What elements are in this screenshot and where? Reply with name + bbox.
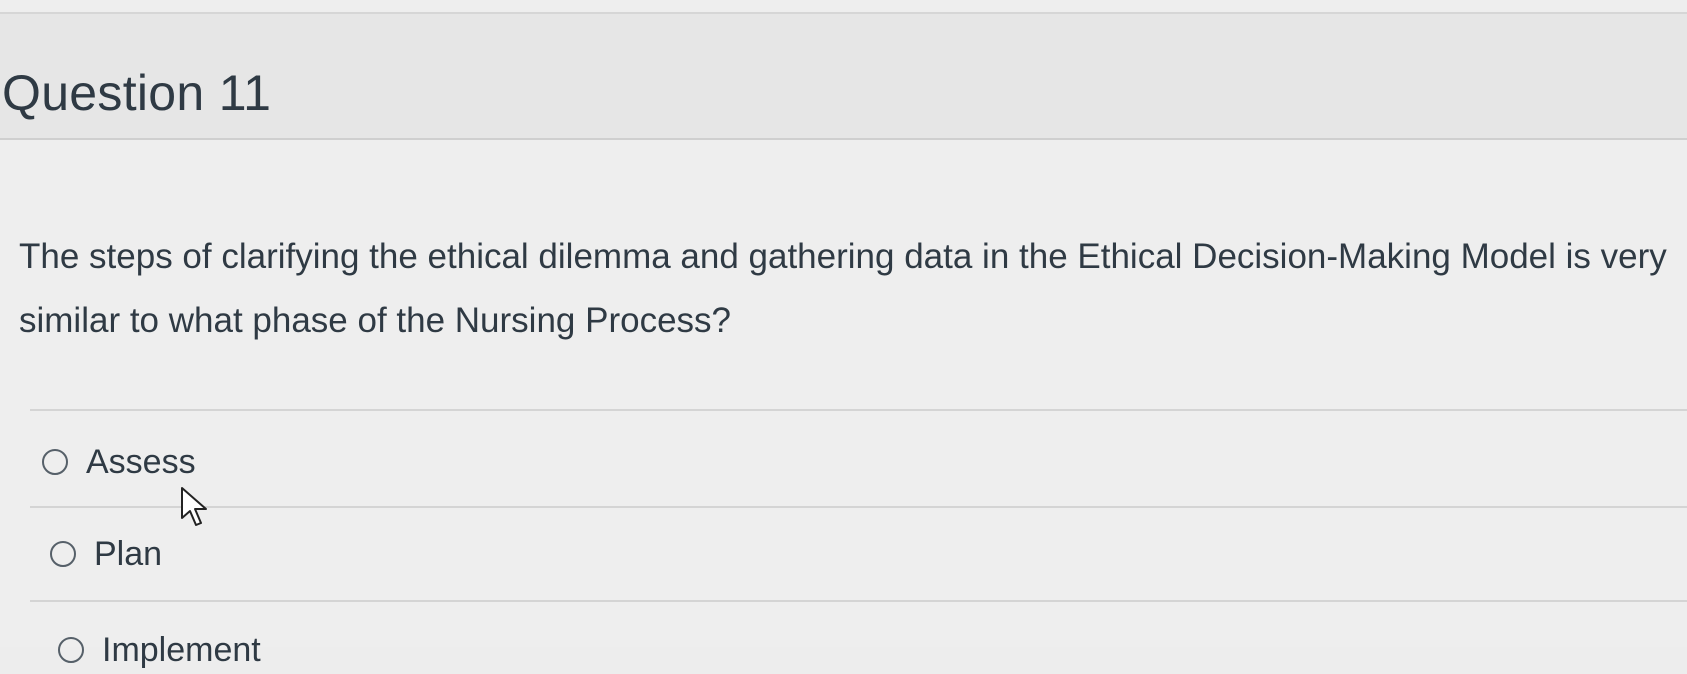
radio-button-icon[interactable] (50, 541, 76, 567)
radio-button-icon[interactable] (42, 449, 68, 475)
answer-option-plan[interactable]: Plan (50, 530, 162, 578)
answer-option-implement[interactable]: Implement (58, 626, 261, 674)
answer-label: Implement (102, 630, 261, 669)
answer-label: Assess (86, 442, 196, 481)
answer-label: Plan (94, 534, 163, 573)
answer-divider (30, 600, 1687, 602)
answer-divider (30, 409, 1687, 411)
quiz-question: Question 11 The steps of clarifying the … (0, 0, 1687, 669)
question-text: The steps of clarifying the ethical dile… (19, 237, 1677, 340)
answer-option-assess[interactable]: Assess (42, 438, 196, 486)
question-header: Question 11 (0, 12, 1687, 140)
mouse-pointer-icon (181, 487, 207, 526)
question-title: Question 11 (2, 65, 272, 121)
radio-button-icon[interactable] (58, 637, 84, 663)
answer-divider (30, 506, 1687, 508)
